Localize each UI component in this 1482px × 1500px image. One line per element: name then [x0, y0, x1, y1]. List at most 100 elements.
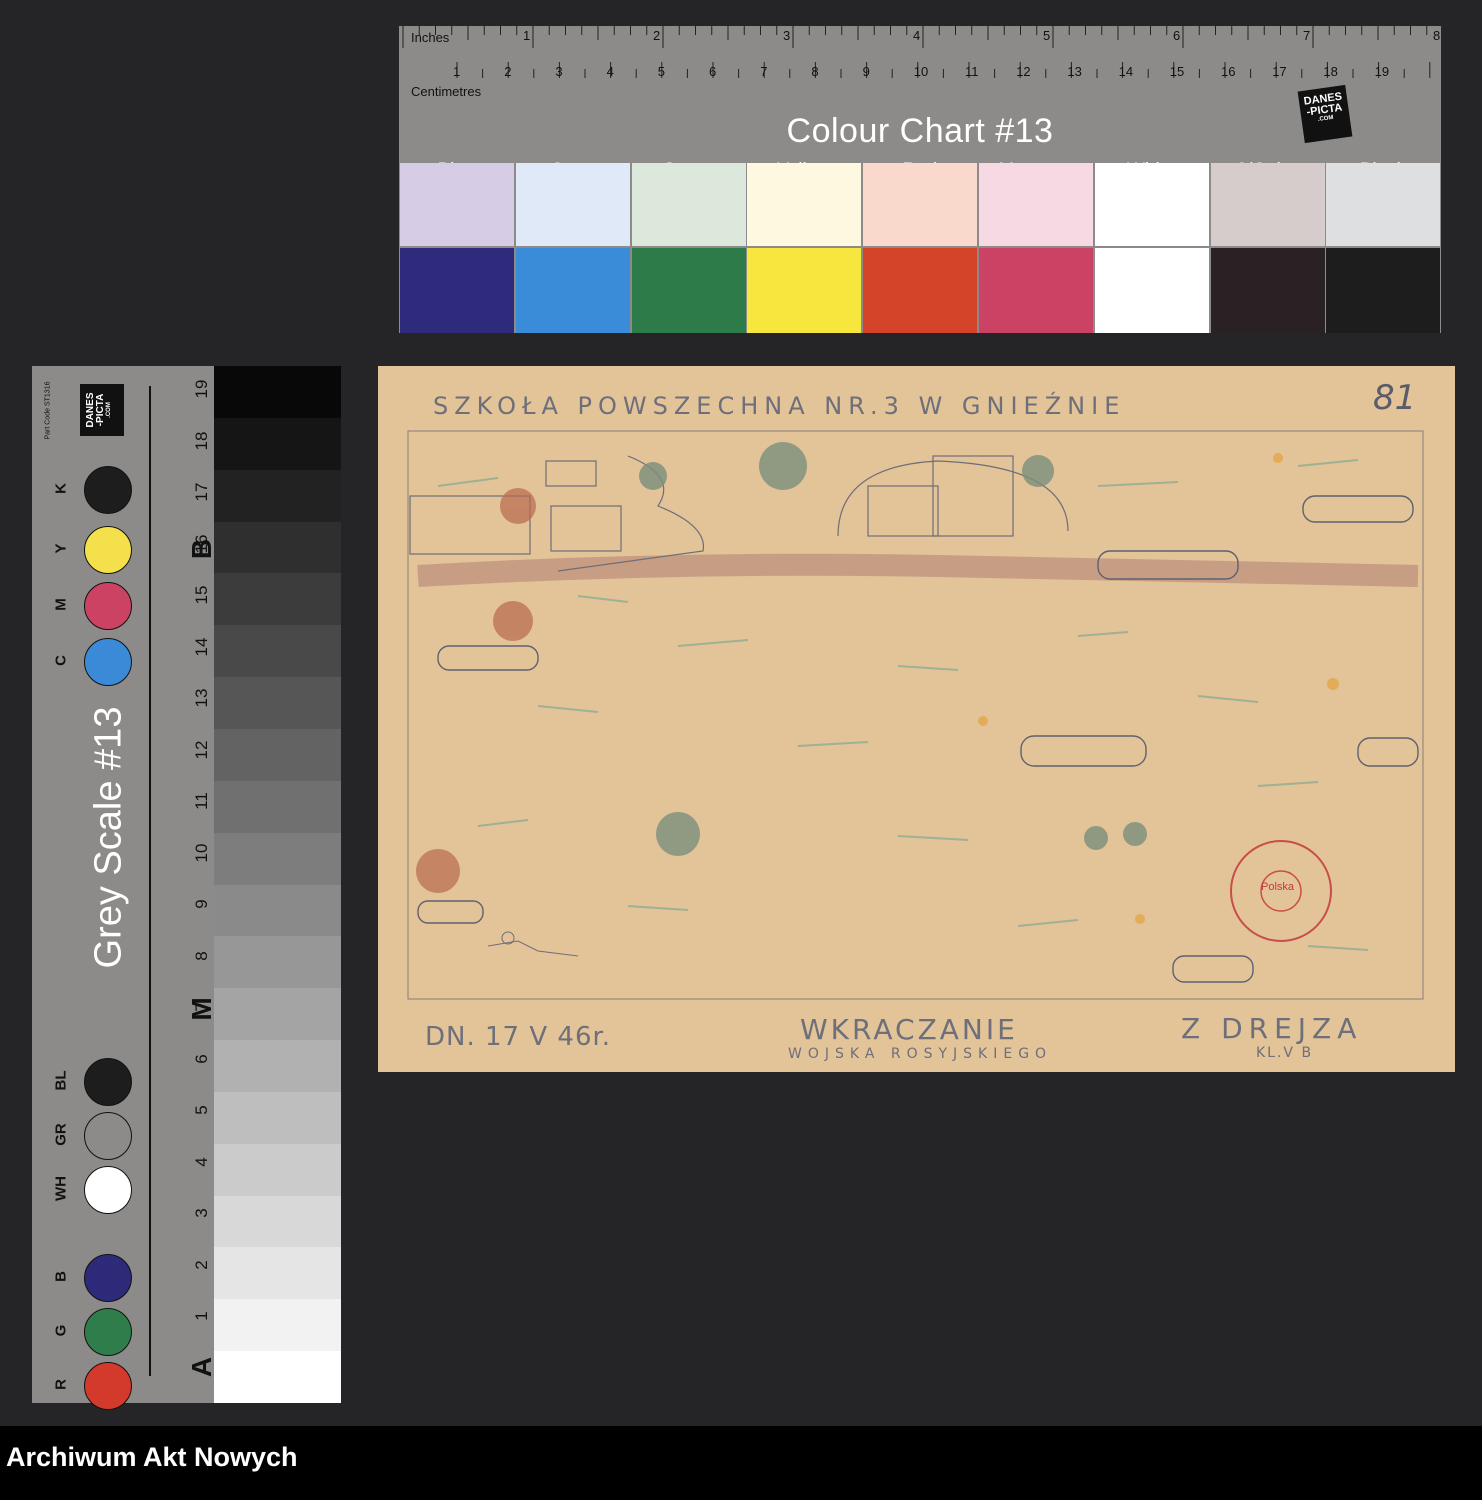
grey-step	[214, 469, 341, 523]
patch-dark	[400, 248, 514, 333]
colour-chart-title: Colour Chart #13	[786, 112, 1054, 150]
colour-dot	[84, 466, 132, 514]
colour-dot-label: R	[52, 1379, 70, 1390]
explosion-1	[500, 488, 536, 524]
drawing-sheet: SZKOŁA POWSZECHNA NR.3 W GNIEŹNIE 81 DN.…	[378, 366, 1455, 1072]
grey-scale-number: 11	[192, 792, 211, 810]
patch-dark	[1326, 248, 1441, 333]
grey-steps	[214, 366, 341, 1404]
cm-number: 17	[1272, 64, 1287, 79]
patch-light	[515, 163, 630, 246]
tree-small-2	[1123, 822, 1147, 846]
inch-number: 1	[523, 28, 531, 43]
colour-chart: Inches Centimetres 12345678 1 2 3 4 5 6 7 8 9 10 1…	[399, 26, 1441, 333]
grey-step	[214, 677, 341, 730]
flash-3	[978, 716, 988, 726]
cm-number: 12	[1016, 64, 1031, 79]
centimetres-label: Centimetres	[411, 84, 482, 99]
grey-step	[214, 1091, 341, 1145]
trees	[639, 442, 1147, 856]
grey-scale-number: 10	[192, 843, 211, 862]
building-annex	[867, 485, 939, 537]
cm-number: 2	[504, 64, 512, 79]
colour-dot-label: K	[52, 483, 70, 494]
patch-light	[747, 163, 862, 246]
cm-number: 10	[913, 64, 929, 79]
cm-number: 11	[965, 64, 979, 79]
grey-step	[214, 417, 341, 471]
inch-number: 3	[783, 28, 791, 43]
cm-number: 7	[760, 64, 768, 79]
grey-step	[214, 988, 341, 1041]
grey-step	[214, 573, 341, 626]
archive-name: Archiwum Akt Nowych	[6, 1442, 298, 1472]
grey-scale-number: 4	[192, 1156, 211, 1167]
inch-number: 6	[1173, 28, 1181, 43]
drawing-artwork	[407, 430, 1424, 1000]
patch-dark	[1210, 248, 1325, 333]
stamp-text: Polska	[1261, 881, 1295, 893]
patch-light	[400, 163, 514, 246]
cm-number: 16	[1221, 64, 1236, 79]
building-middle	[550, 505, 622, 552]
grey-step	[214, 1247, 341, 1300]
colour-dot	[84, 1166, 132, 1214]
grey-scale-number: 9	[192, 899, 211, 909]
grey-scale-number: 19	[192, 379, 211, 399]
soldier-body	[487, 940, 579, 957]
drawing-author: Z DREJZA	[1181, 1012, 1363, 1045]
drawing-subtitle: WOJSKA ROSYJSKIEGO	[788, 1046, 1053, 1062]
colour-dot	[84, 582, 132, 630]
patch-dark	[515, 248, 630, 333]
patch-dark	[1094, 248, 1209, 333]
inch-number: 8	[1433, 28, 1441, 43]
colour-dot	[84, 1308, 132, 1356]
cm-number: 3	[555, 64, 563, 79]
grey-step	[214, 521, 341, 574]
grey-scale-number: 8	[192, 950, 211, 961]
inch-number: 2	[653, 28, 661, 43]
part-code: Part Code ST1316	[44, 381, 52, 440]
inch-number: 4	[913, 28, 921, 43]
grey-scale-letter: M	[186, 997, 217, 1021]
divider-line	[149, 386, 151, 1376]
cm-number: 5	[657, 64, 666, 79]
drawing-date: DN. 17 V 46r.	[425, 1022, 612, 1052]
colour-dot-label: C	[52, 655, 70, 666]
grey-scale-number: 1	[192, 1311, 211, 1321]
colour-dot-label: BL	[52, 1070, 70, 1091]
logo-line3: .COM	[106, 402, 112, 418]
inch-number: 5	[1043, 28, 1051, 43]
explosion-2	[493, 601, 533, 641]
tree-middle	[656, 812, 700, 856]
flash-2	[1327, 678, 1339, 690]
cm-number: 18	[1323, 64, 1338, 79]
grey-scale-number: 6	[192, 1053, 211, 1064]
grey-scale-letter: A	[186, 1356, 217, 1378]
colour-dot-label: B	[52, 1271, 70, 1282]
tree-top	[759, 442, 807, 490]
colour-dot-label: GR	[52, 1123, 70, 1146]
colour-dot	[84, 1254, 132, 1302]
grey-step	[214, 625, 341, 678]
colour-dot-label: WH	[52, 1176, 70, 1201]
grey-scale-number: 5	[192, 1105, 211, 1115]
cm-number: 4	[606, 64, 614, 79]
danes-picta-logo-vertical: DANES -PICTA .COM	[80, 384, 124, 436]
grey-scale-number: 2	[192, 1259, 211, 1270]
soldier	[487, 931, 579, 957]
cm-number: 8	[811, 64, 819, 79]
grey-scale-number: 17	[192, 482, 211, 502]
grey-step	[214, 884, 341, 937]
logo-line2: -PICTA	[95, 393, 106, 427]
tank-6	[417, 900, 484, 924]
drawing-border	[407, 430, 1424, 1000]
patch-light	[1094, 163, 1209, 246]
grey-step	[214, 1351, 341, 1404]
grey-scale-number: 3	[192, 1208, 211, 1218]
patch-dark	[631, 248, 746, 333]
colour-dot	[84, 1058, 132, 1106]
patch-light	[863, 163, 978, 246]
flash-1	[1273, 453, 1283, 463]
tank-3	[437, 645, 539, 671]
